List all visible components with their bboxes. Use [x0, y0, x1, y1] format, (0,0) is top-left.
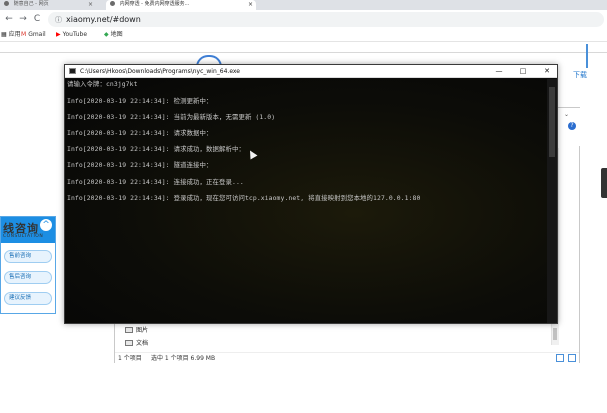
- tab-label: 内网穿透 - 免费内网穿透服务...: [119, 1, 190, 7]
- terminal-line: Info[2020-03-19 22:14:34]: 检测更新中：: [67, 97, 213, 105]
- terminal-line: Info[2020-03-19 22:14:34]: 当前为最新版本，无需更新 …: [67, 113, 276, 121]
- explorer-scroll-thumb[interactable]: [553, 328, 557, 340]
- consult-collapse-icon[interactable]: ^: [40, 219, 52, 231]
- bookmark-youtube[interactable]: ▶ YouTube: [56, 30, 87, 40]
- consult-widget: 线咨询 CONSULTATION ^ 售前咨询 售后咨询 建议反馈: [0, 216, 56, 314]
- console-icon: [69, 68, 76, 74]
- bookmark-label: 地图: [110, 31, 123, 38]
- chevron-down-icon[interactable]: ⌄: [564, 111, 569, 118]
- maximize-button[interactable]: □: [511, 65, 535, 78]
- bookmark-label: 应用: [8, 31, 21, 38]
- consult-presales-button[interactable]: 售前咨询: [4, 250, 52, 263]
- terminal-line: Info[2020-03-19 22:14:34]: 连接成功，正在登录...: [67, 178, 244, 186]
- close-button[interactable]: ✕: [535, 65, 559, 78]
- download-indicator: [586, 44, 588, 68]
- terminal-line: Info[2020-03-19 22:14:34]: 请求数据中：: [67, 129, 213, 137]
- folder-label: 文档: [136, 340, 149, 347]
- bookmark-label: YouTube: [62, 31, 88, 38]
- explorer-status-bar: 1 个项目 选中 1 个项目 6.99 MB: [115, 352, 579, 363]
- map-icon: ◆: [104, 31, 109, 38]
- terminal-line: Info[2020-03-19 22:14:34]: 登录成功，现在您可访问tc…: [67, 194, 421, 202]
- info-icon[interactable]: ⓘ: [55, 15, 62, 25]
- tab-close-icon[interactable]: ×: [88, 0, 93, 9]
- bookmarks-bar: ▦ 应用 M Gmail ▶ YouTube ◆ 地图: [0, 29, 607, 42]
- terminal-output[interactable]: 请输入令牌：cn3jg7kt Info[2020-03-19 22:14:34]…: [65, 79, 547, 323]
- terminal-scroll-thumb[interactable]: [549, 87, 555, 157]
- page-divider: [0, 52, 607, 53]
- youtube-icon: ▶: [56, 31, 61, 38]
- terminal-titlebar[interactable]: C:\Users\Hkoos\Downloads\Programs\nyc_wi…: [65, 65, 557, 78]
- tiles-view-icon[interactable]: [568, 354, 576, 362]
- terminal-window: C:\Users\Hkoos\Downloads\Programs\nyc_wi…: [64, 64, 558, 324]
- forward-button[interactable]: →: [17, 13, 29, 25]
- apps-icon: ▦: [1, 31, 7, 38]
- reload-button[interactable]: C: [31, 13, 43, 25]
- bookmark-gmail[interactable]: M Gmail: [21, 30, 46, 40]
- folder-label: 图片: [136, 327, 149, 334]
- folder-item[interactable]: 文档: [125, 339, 148, 348]
- address-bar[interactable]: ⓘ xiaomy.net/#down: [48, 12, 604, 27]
- tab-close-icon[interactable]: ×: [248, 0, 253, 9]
- folder-icon: [125, 327, 133, 333]
- browser-tab-active[interactable]: 内网穿透 - 免费内网穿透服务... ×: [106, 0, 256, 10]
- download-link[interactable]: 下载: [573, 70, 587, 80]
- details-view-icon[interactable]: [556, 354, 564, 362]
- tab-favicon-icon: [4, 1, 9, 6]
- tab-favicon-icon: [110, 1, 115, 6]
- minimize-button[interactable]: —: [487, 65, 511, 78]
- back-button[interactable]: ←: [3, 13, 15, 25]
- help-icon[interactable]: ?: [568, 122, 576, 130]
- terminal-line: Info[2020-03-19 22:14:34]: 隧道连接中：: [67, 161, 213, 169]
- browser-tab[interactable]: 随意自己 - 网页 ×: [0, 0, 96, 10]
- side-tab[interactable]: [601, 168, 607, 198]
- terminal-line: Info[2020-03-19 22:14:34]: 请求成功，数据解析中：: [67, 145, 245, 153]
- status-selection: 选中 1 个项目 6.99 MB: [151, 355, 216, 362]
- folder-icon: [125, 340, 133, 346]
- tab-label: 随意自己 - 网页: [13, 1, 49, 7]
- consult-aftersales-button[interactable]: 售后咨询: [4, 271, 52, 284]
- consult-feedback-button[interactable]: 建议反馈: [4, 292, 52, 305]
- terminal-title: C:\Users\Hkoos\Downloads\Programs\nyc_wi…: [80, 68, 240, 75]
- address-toolbar: ← → C ⓘ xiaomy.net/#down: [0, 10, 607, 29]
- bookmark-apps[interactable]: ▦ 应用: [1, 30, 21, 40]
- bookmark-label: Gmail: [28, 31, 46, 38]
- status-item-count: 1 个项目: [118, 355, 142, 362]
- gmail-icon: M: [21, 31, 27, 38]
- consult-subtitle: CONSULTATION: [3, 234, 44, 239]
- terminal-line: 请输入令牌：cn3jg7kt: [67, 80, 138, 88]
- tab-strip: 随意自己 - 网页 × 内网穿透 - 免费内网穿透服务... ×: [0, 0, 607, 10]
- bookmark-maps[interactable]: ◆ 地图: [104, 30, 123, 40]
- url-text: xiaomy.net/#down: [66, 15, 141, 24]
- folder-item[interactable]: 图片: [125, 326, 148, 335]
